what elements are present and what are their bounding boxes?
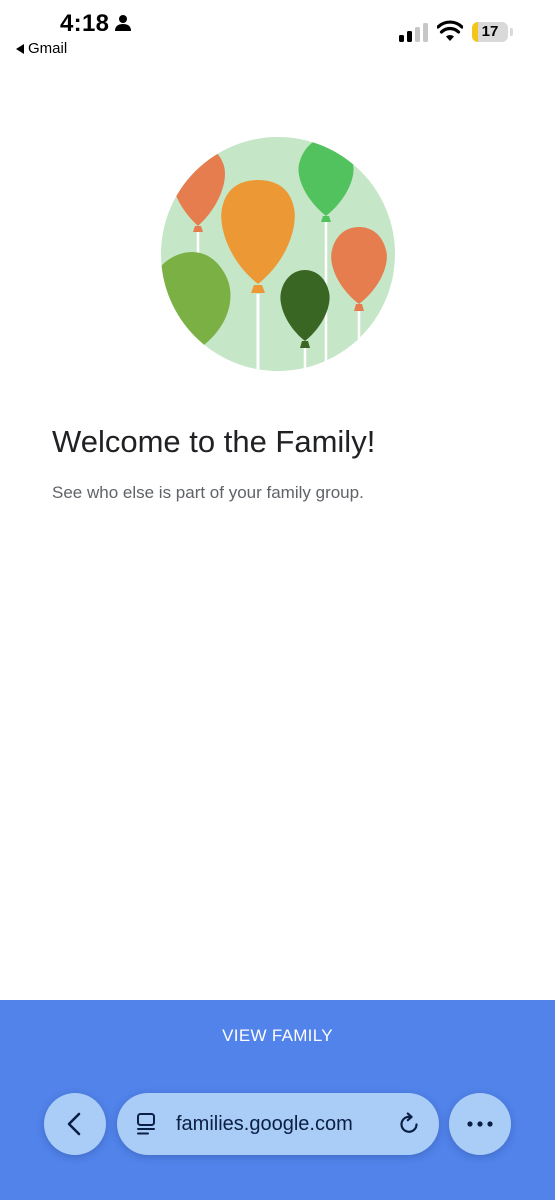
- browser-back-button[interactable]: [44, 1093, 106, 1155]
- status-bar: 4:18 Gmail 17: [0, 0, 555, 70]
- page-menu-icon[interactable]: [135, 1112, 159, 1136]
- person-icon: [115, 15, 131, 31]
- battery-level: 17: [481, 23, 499, 40]
- address-bar[interactable]: families.google.com: [117, 1093, 439, 1155]
- cellular-signal-icon: [399, 23, 428, 42]
- status-time: 4:18: [60, 10, 110, 37]
- battery-cap: [510, 28, 513, 36]
- view-family-button[interactable]: VIEW FAMILY: [0, 1014, 555, 1058]
- bottom-action-bar: VIEW FAMILY families.google.com: [0, 1000, 555, 1200]
- page-title: Welcome to the Family!: [52, 424, 376, 459]
- chevron-left-icon: [67, 1112, 81, 1136]
- battery-icon: 17: [472, 22, 508, 42]
- balloons-illustration: [161, 137, 395, 371]
- back-to-app-link[interactable]: Gmail: [16, 40, 67, 57]
- browser-more-button[interactable]: [449, 1093, 511, 1155]
- reload-icon[interactable]: [397, 1112, 421, 1136]
- wifi-icon: [437, 20, 463, 41]
- page-subtitle: See who else is part of your family grou…: [52, 483, 364, 502]
- back-app-label: Gmail: [28, 40, 68, 57]
- browser-toolbar: families.google.com: [0, 1093, 555, 1157]
- url-text: families.google.com: [176, 1113, 353, 1135]
- more-icon: [467, 1121, 493, 1127]
- back-triangle-icon: [16, 43, 24, 54]
